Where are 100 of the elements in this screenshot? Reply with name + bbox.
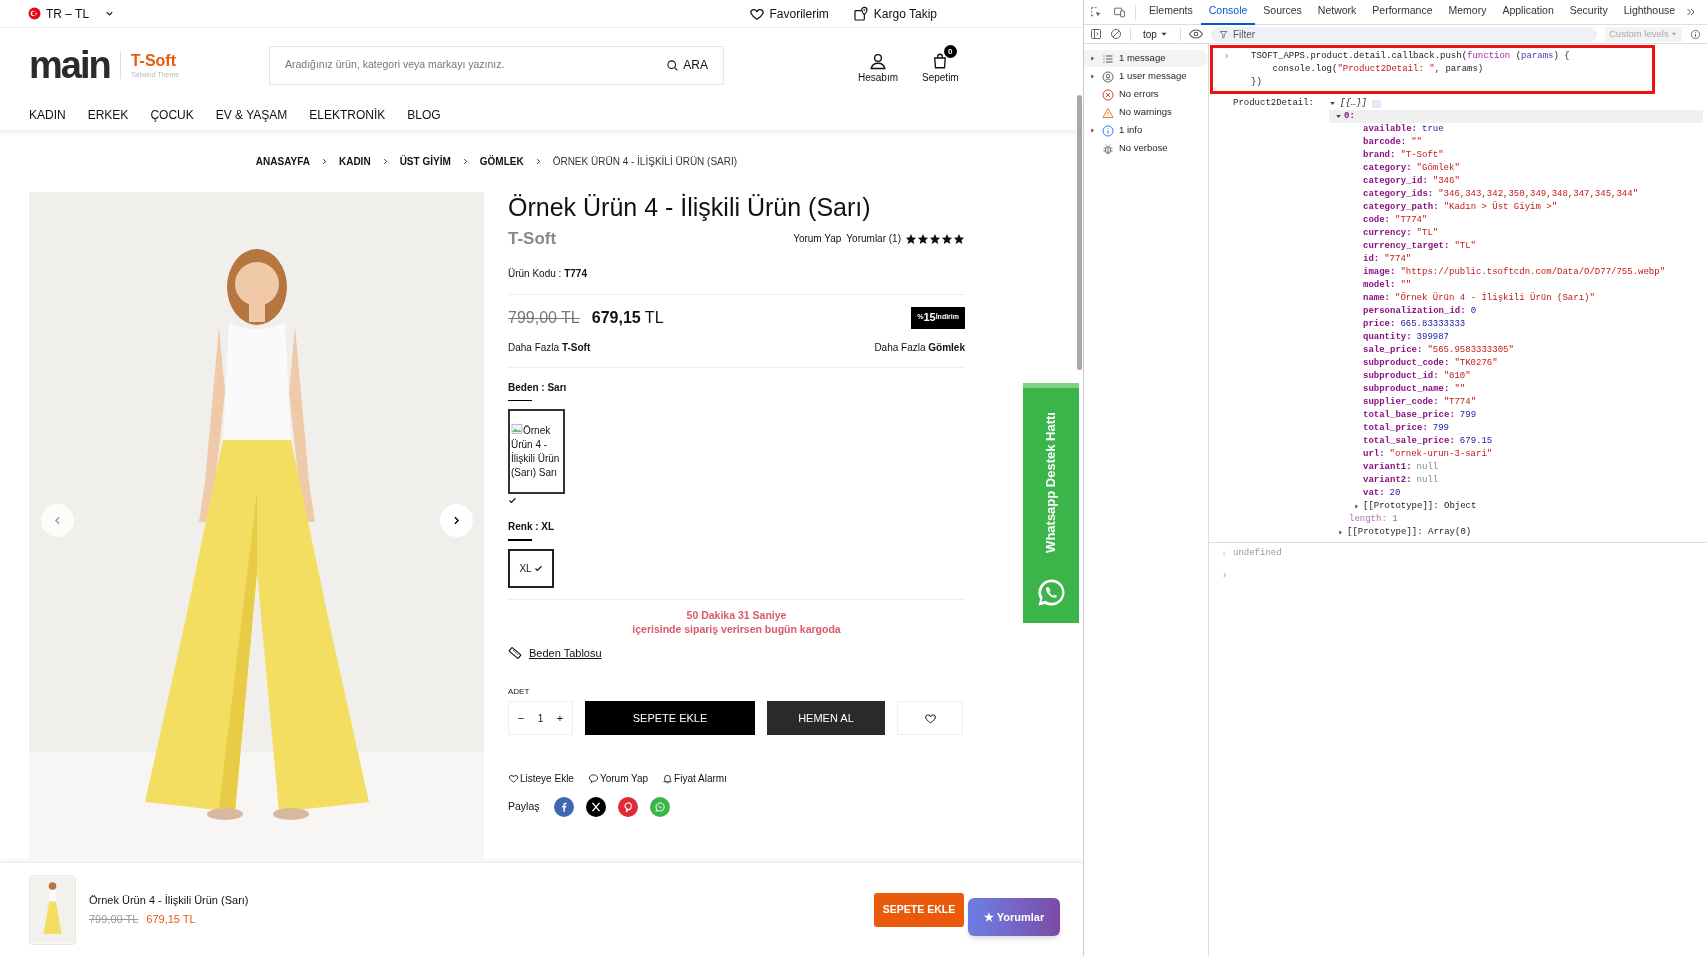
decrease-button[interactable]: − xyxy=(515,709,527,727)
nav-link[interactable]: KADIN xyxy=(29,102,66,124)
heart-icon xyxy=(923,711,937,725)
sidebar-item[interactable]: No verbose xyxy=(1084,140,1208,157)
action-link[interactable]: Yorum Yap xyxy=(587,771,649,786)
add-to-cart-button[interactable]: SEPETE EKLE xyxy=(585,701,755,735)
caret-icon xyxy=(1670,30,1678,38)
speech-bubble-icon xyxy=(587,773,599,784)
devtools-tab[interactable]: Elements xyxy=(1141,0,1201,25)
nav-link[interactable]: ÇOCUK xyxy=(150,102,194,124)
size-chart-link[interactable]: Beden Tablosu xyxy=(508,644,965,661)
sidebar-item[interactable]: 1 user message xyxy=(1084,68,1208,85)
nav-link[interactable]: ERKEK xyxy=(87,102,129,124)
property-row-text: subproduct_name: "" xyxy=(1362,383,1467,396)
buy-now-button[interactable]: HEMEN AL xyxy=(767,701,885,735)
warning-icon xyxy=(1102,106,1114,119)
ruler-icon xyxy=(508,645,522,660)
share-label: Paylaş xyxy=(508,799,540,815)
breadcrumb-link[interactable]: ANASAYFA xyxy=(255,154,310,169)
sidebar-toggle-icon[interactable] xyxy=(1090,28,1102,40)
property-row-text: code: "T774" xyxy=(1362,214,1429,227)
product-code: Ürün Kodu : T774 xyxy=(508,266,588,281)
star-icon xyxy=(941,232,953,245)
devtools-tab[interactable]: Memory xyxy=(1440,0,1495,25)
property-row-text: total_price: 799 xyxy=(1362,422,1450,435)
sidebar-item[interactable]: 1 message xyxy=(1084,50,1208,67)
star-icon xyxy=(905,232,917,245)
map-pin-box-icon xyxy=(852,5,869,22)
top-link[interactable]: Kargo Takip xyxy=(852,4,937,23)
add-to-cart-button[interactable]: SEPETE EKLE xyxy=(874,892,964,927)
cart-button[interactable]: Sepetim 0 xyxy=(916,45,965,85)
broken-image-icon xyxy=(511,423,523,435)
user-circle-icon xyxy=(1102,70,1114,83)
sidebar-item[interactable]: No warnings xyxy=(1084,104,1208,121)
context-selector[interactable]: top xyxy=(1139,26,1172,42)
bell-icon xyxy=(662,773,674,784)
property-row-text: category: "Gömlek" xyxy=(1362,162,1461,175)
user-icon xyxy=(869,52,887,70)
more-link[interactable]: Daha Fazla T-Soft xyxy=(508,339,591,355)
expand-arrow-icon xyxy=(1089,55,1096,62)
devtools-tab[interactable]: Console xyxy=(1200,0,1256,25)
devtools-tab[interactable]: Lighthouse xyxy=(1615,0,1684,25)
devtools-tab[interactable]: Sources xyxy=(1255,0,1310,25)
property-row-text: barcode: "" xyxy=(1362,136,1424,149)
sidebar-item[interactable]: No errors xyxy=(1084,86,1208,103)
logo-subtitle: T-Soft xyxy=(130,52,178,69)
property-row-text: category_id: "346" xyxy=(1362,175,1461,188)
breadcrumb-link[interactable]: ÜST GİYİM xyxy=(399,154,451,169)
locale-selector[interactable]: TR – TL xyxy=(28,4,116,23)
length-row-text: length: 1 xyxy=(1348,513,1399,526)
breadcrumb-link[interactable]: KADIN xyxy=(338,154,371,169)
devtools-tab[interactable]: Network xyxy=(1309,0,1365,25)
eye-icon[interactable] xyxy=(1188,27,1203,41)
property-row-text: supplier_code: "T774" xyxy=(1362,396,1478,409)
option-label: Beden : Sarı xyxy=(508,380,568,395)
property-row-text: name: "Örnek Ürün 4 - İlişkili Ürün (Sarı)" xyxy=(1362,292,1596,305)
more-link[interactable]: Daha Fazla Gömlek xyxy=(874,339,965,355)
nav-link[interactable]: EV & YAŞAM xyxy=(215,102,288,124)
property-row-text: category_path: "Kadın > Üst Giyim >" xyxy=(1362,201,1559,214)
list-icon xyxy=(1102,52,1114,65)
nav-link[interactable]: BLOG xyxy=(407,102,441,124)
prototype-row: [[Prototype]]: Array(0) xyxy=(1347,526,1472,539)
reviews-button[interactable]: ★ Yorumlar xyxy=(968,898,1060,936)
breadcrumb-link[interactable]: GÖMLEK xyxy=(479,154,524,169)
devtools-tab[interactable]: Performance xyxy=(1364,0,1441,25)
old-price: 799,00 TL xyxy=(508,307,580,328)
variant-option[interactable]: Örnek Ürün 4 - İlişkili Ürün (Sarı) Sarı xyxy=(508,409,565,494)
property-row-text: variant2: null xyxy=(1362,474,1440,487)
search-field[interactable]: Aradığınız ürün, kategori veya markayı yazınız. ARA xyxy=(269,45,724,85)
share-button[interactable] xyxy=(585,797,606,817)
search-icon xyxy=(666,58,680,72)
prototype-row: [[Prototype]]: Object xyxy=(1363,500,1477,513)
breadcrumb-link[interactable]: ÖRNEK ÜRÜN 4 - İLİŞKİLİ ÜRÜN (SARI) xyxy=(552,154,738,169)
devtools-tab[interactable]: Application xyxy=(1494,0,1562,25)
search-button[interactable]: ARA xyxy=(666,56,708,74)
info-icon xyxy=(1102,124,1114,137)
device-icon[interactable] xyxy=(1113,5,1126,19)
variant-option[interactable]: XL xyxy=(508,548,554,588)
nav-link[interactable]: ELEKTRONİK xyxy=(309,102,386,124)
action-link[interactable]: Fiyat Alarmı xyxy=(662,771,727,786)
sidebar-item[interactable]: 1 info xyxy=(1084,122,1208,139)
star-icon xyxy=(917,232,929,245)
increase-button[interactable]: + xyxy=(554,709,566,727)
account-button[interactable]: Hesabım xyxy=(858,52,898,85)
property-row-text: url: "ornek-urun-3-sari" xyxy=(1362,448,1494,461)
action-link[interactable]: Listeye Ekle xyxy=(508,771,574,786)
property-row-text: category_ids: "346,343,342,350,349,348,347,345,344" xyxy=(1362,188,1640,201)
quantity-stepper[interactable]: − 1 + xyxy=(508,701,573,735)
property-row-text: total_base_price: 799 xyxy=(1362,409,1478,422)
inspect-icon[interactable] xyxy=(1090,5,1103,19)
scrollbar-thumb[interactable] xyxy=(1077,95,1082,370)
clear-console-icon[interactable] xyxy=(1110,28,1122,40)
property-row-text: quantity: 399987 xyxy=(1362,331,1450,344)
filter-field[interactable]: Filter xyxy=(1210,26,1597,42)
reviews-link[interactable]: Yorumlar (1) xyxy=(846,231,901,247)
property-row-text: subproduct_id: "810" xyxy=(1362,370,1472,383)
devtools-tab[interactable]: Security xyxy=(1561,0,1616,25)
review-link[interactable]: Yorum Yap xyxy=(793,231,842,247)
top-link[interactable]: Favorilerim xyxy=(748,4,829,23)
info-icon[interactable] xyxy=(1690,28,1701,40)
